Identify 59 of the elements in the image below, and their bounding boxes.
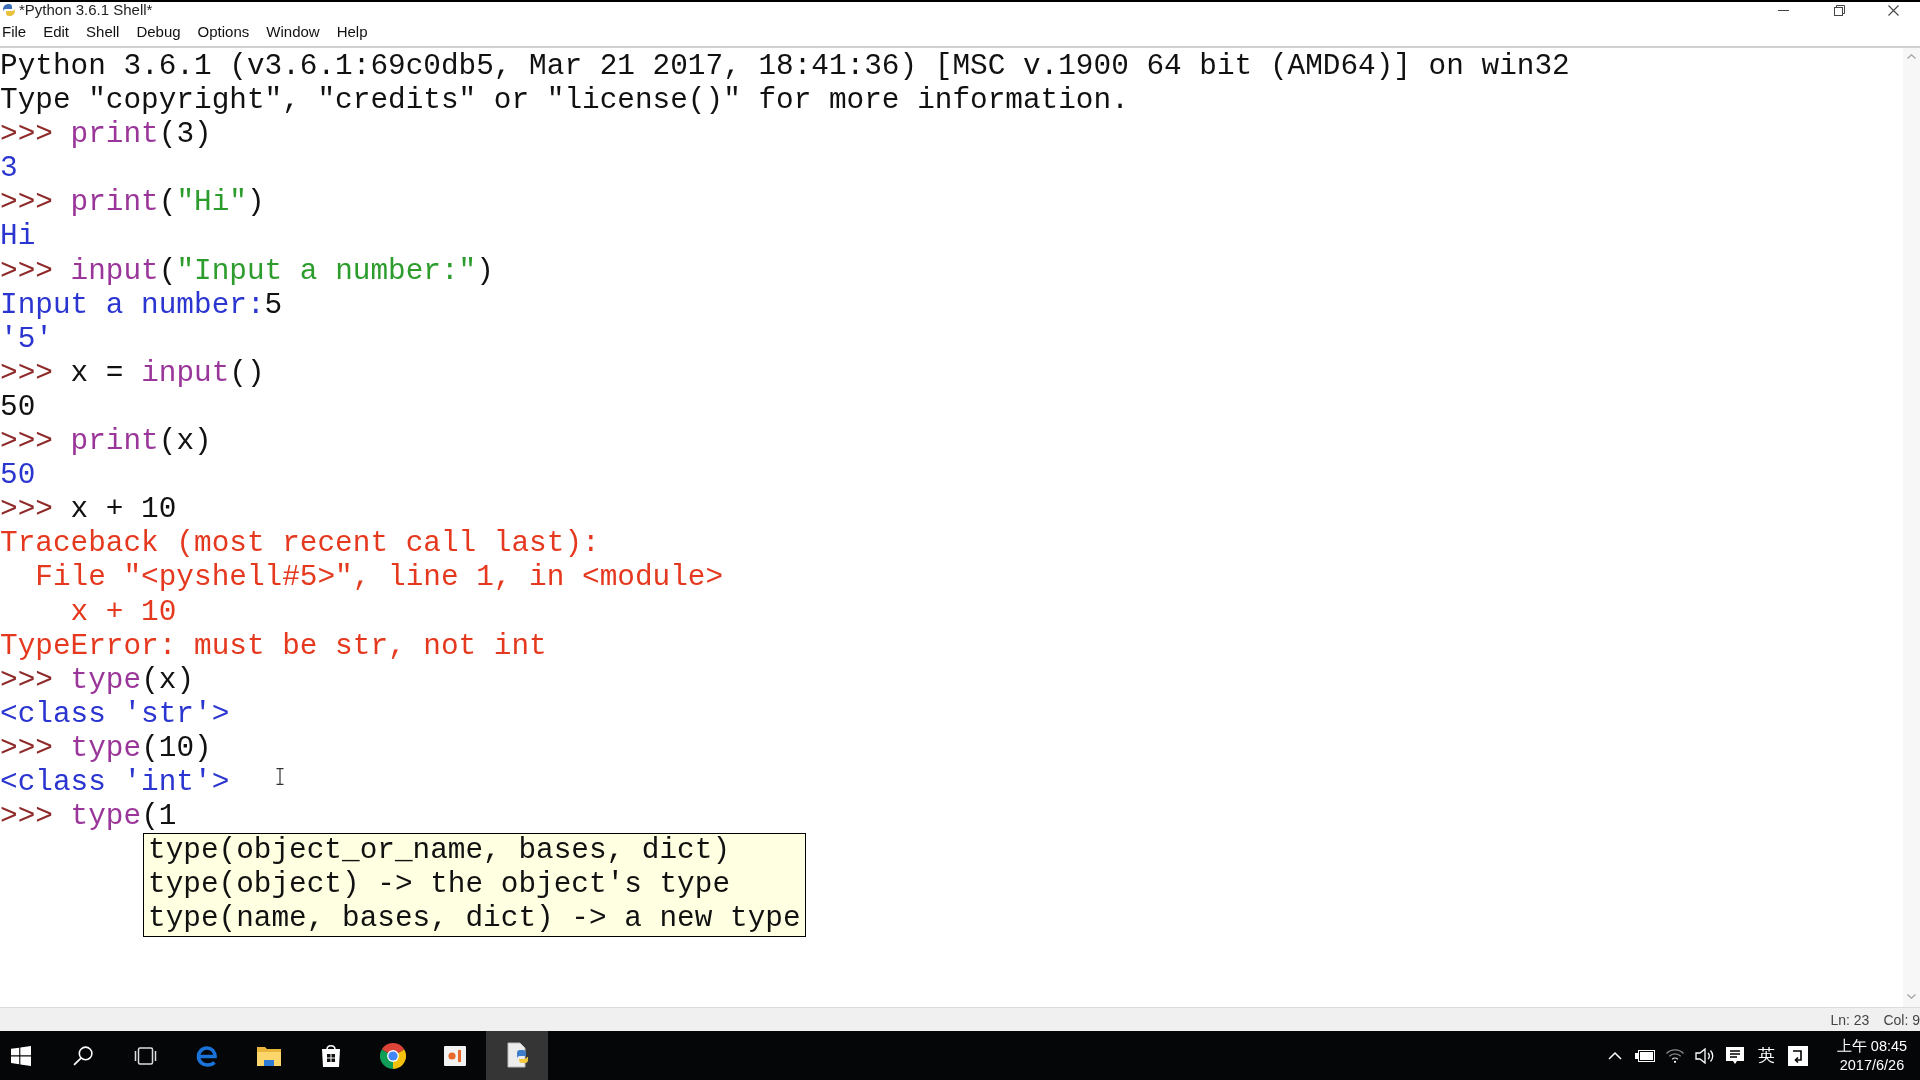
calltip-text: type(object_or_name, bases, dict) xyxy=(148,834,732,869)
command-line: >>> print(3) xyxy=(0,118,212,153)
restore-icon xyxy=(1833,4,1845,16)
error-line: TypeError: must be str, not int xyxy=(0,629,547,664)
output-line: 50 xyxy=(0,390,36,426)
menu-item[interactable]: Shell xyxy=(86,22,120,42)
command-line: >>> input("Input a number:") xyxy=(0,254,494,289)
error-line: x + 10 xyxy=(69,595,177,630)
script-file-icon xyxy=(505,1042,529,1069)
menu-item[interactable]: Debug xyxy=(136,22,181,42)
minimize-icon xyxy=(1777,9,1789,11)
command-line: >>> type(1 xyxy=(0,800,177,835)
menu-item[interactable]: File xyxy=(2,22,27,42)
calltip-text: type(name, bases, dict) -> a new type xyxy=(148,902,801,937)
shopping-bag-icon xyxy=(320,1043,342,1068)
text-cursor-icon xyxy=(276,768,284,785)
command-line: >>> type(x) xyxy=(0,663,195,698)
letter-e-icon xyxy=(195,1043,219,1068)
message-icon xyxy=(1725,1046,1745,1065)
window-title: *Python 3.6.1 Shell* xyxy=(19,2,153,18)
search-icon xyxy=(72,1045,94,1066)
error-line: File "<pyshell#5>", line 1, in <module> xyxy=(34,561,724,596)
wifi-icon xyxy=(1666,1048,1684,1063)
clock-time[interactable]: 上午 08:45 xyxy=(1836,1036,1908,1056)
command-line: >>> x = input() xyxy=(0,356,265,391)
output-line: 50 xyxy=(0,459,36,494)
menu-item[interactable]: Edit xyxy=(43,22,70,42)
close-icon xyxy=(1888,4,1899,16)
chevron-up-icon xyxy=(1608,1051,1622,1060)
command-line: >>> x + 10 xyxy=(0,493,177,528)
output-line: Hi xyxy=(0,220,36,255)
input-language-button[interactable]: 英 xyxy=(1750,1031,1782,1080)
column-number: Col: 9 xyxy=(1883,1011,1920,1028)
output-line: Input a number:5 xyxy=(0,288,283,323)
command-line: >>> print("Hi") xyxy=(0,186,265,221)
output-line: <class 'str'> xyxy=(0,697,230,732)
circle-logo-icon xyxy=(380,1042,406,1069)
folder-icon xyxy=(256,1044,282,1067)
command-line: >>> print(x) xyxy=(0,425,212,460)
output-line: '5' xyxy=(0,322,53,357)
error-line: Traceback (most recent call last): xyxy=(0,527,600,562)
windows-logo-icon xyxy=(11,1045,31,1066)
output-line: 3 xyxy=(0,152,18,187)
clock-date[interactable]: 2017/6/26 xyxy=(1839,1055,1905,1075)
output-line: <class 'int'> xyxy=(0,765,230,801)
task-view-icon xyxy=(133,1045,157,1066)
menu-item[interactable]: Window xyxy=(266,22,320,42)
command-line: >>> type(10) xyxy=(0,731,212,766)
line-number: Ln: 23 xyxy=(1830,1011,1870,1028)
menu-item[interactable]: Options xyxy=(197,22,250,42)
taskbar-app-button[interactable] xyxy=(486,1031,548,1080)
presentation-icon xyxy=(443,1044,467,1067)
menu-item[interactable]: Help xyxy=(336,22,368,42)
output-line: Type "copyright", "credits" or "license()" for more information. xyxy=(0,84,1129,119)
calltip-text: type(object) -> the object's type xyxy=(148,868,732,903)
output-line: Python 3.6.1 (v3.6.1:69c0db5, Mar 21 2017, 18:41:36) [MSC v.1900 64 bit (AMD64)] on win32 xyxy=(0,50,1570,85)
battery-icon xyxy=(1635,1049,1655,1062)
speaker-icon xyxy=(1695,1047,1715,1064)
app-icon xyxy=(2,3,16,17)
